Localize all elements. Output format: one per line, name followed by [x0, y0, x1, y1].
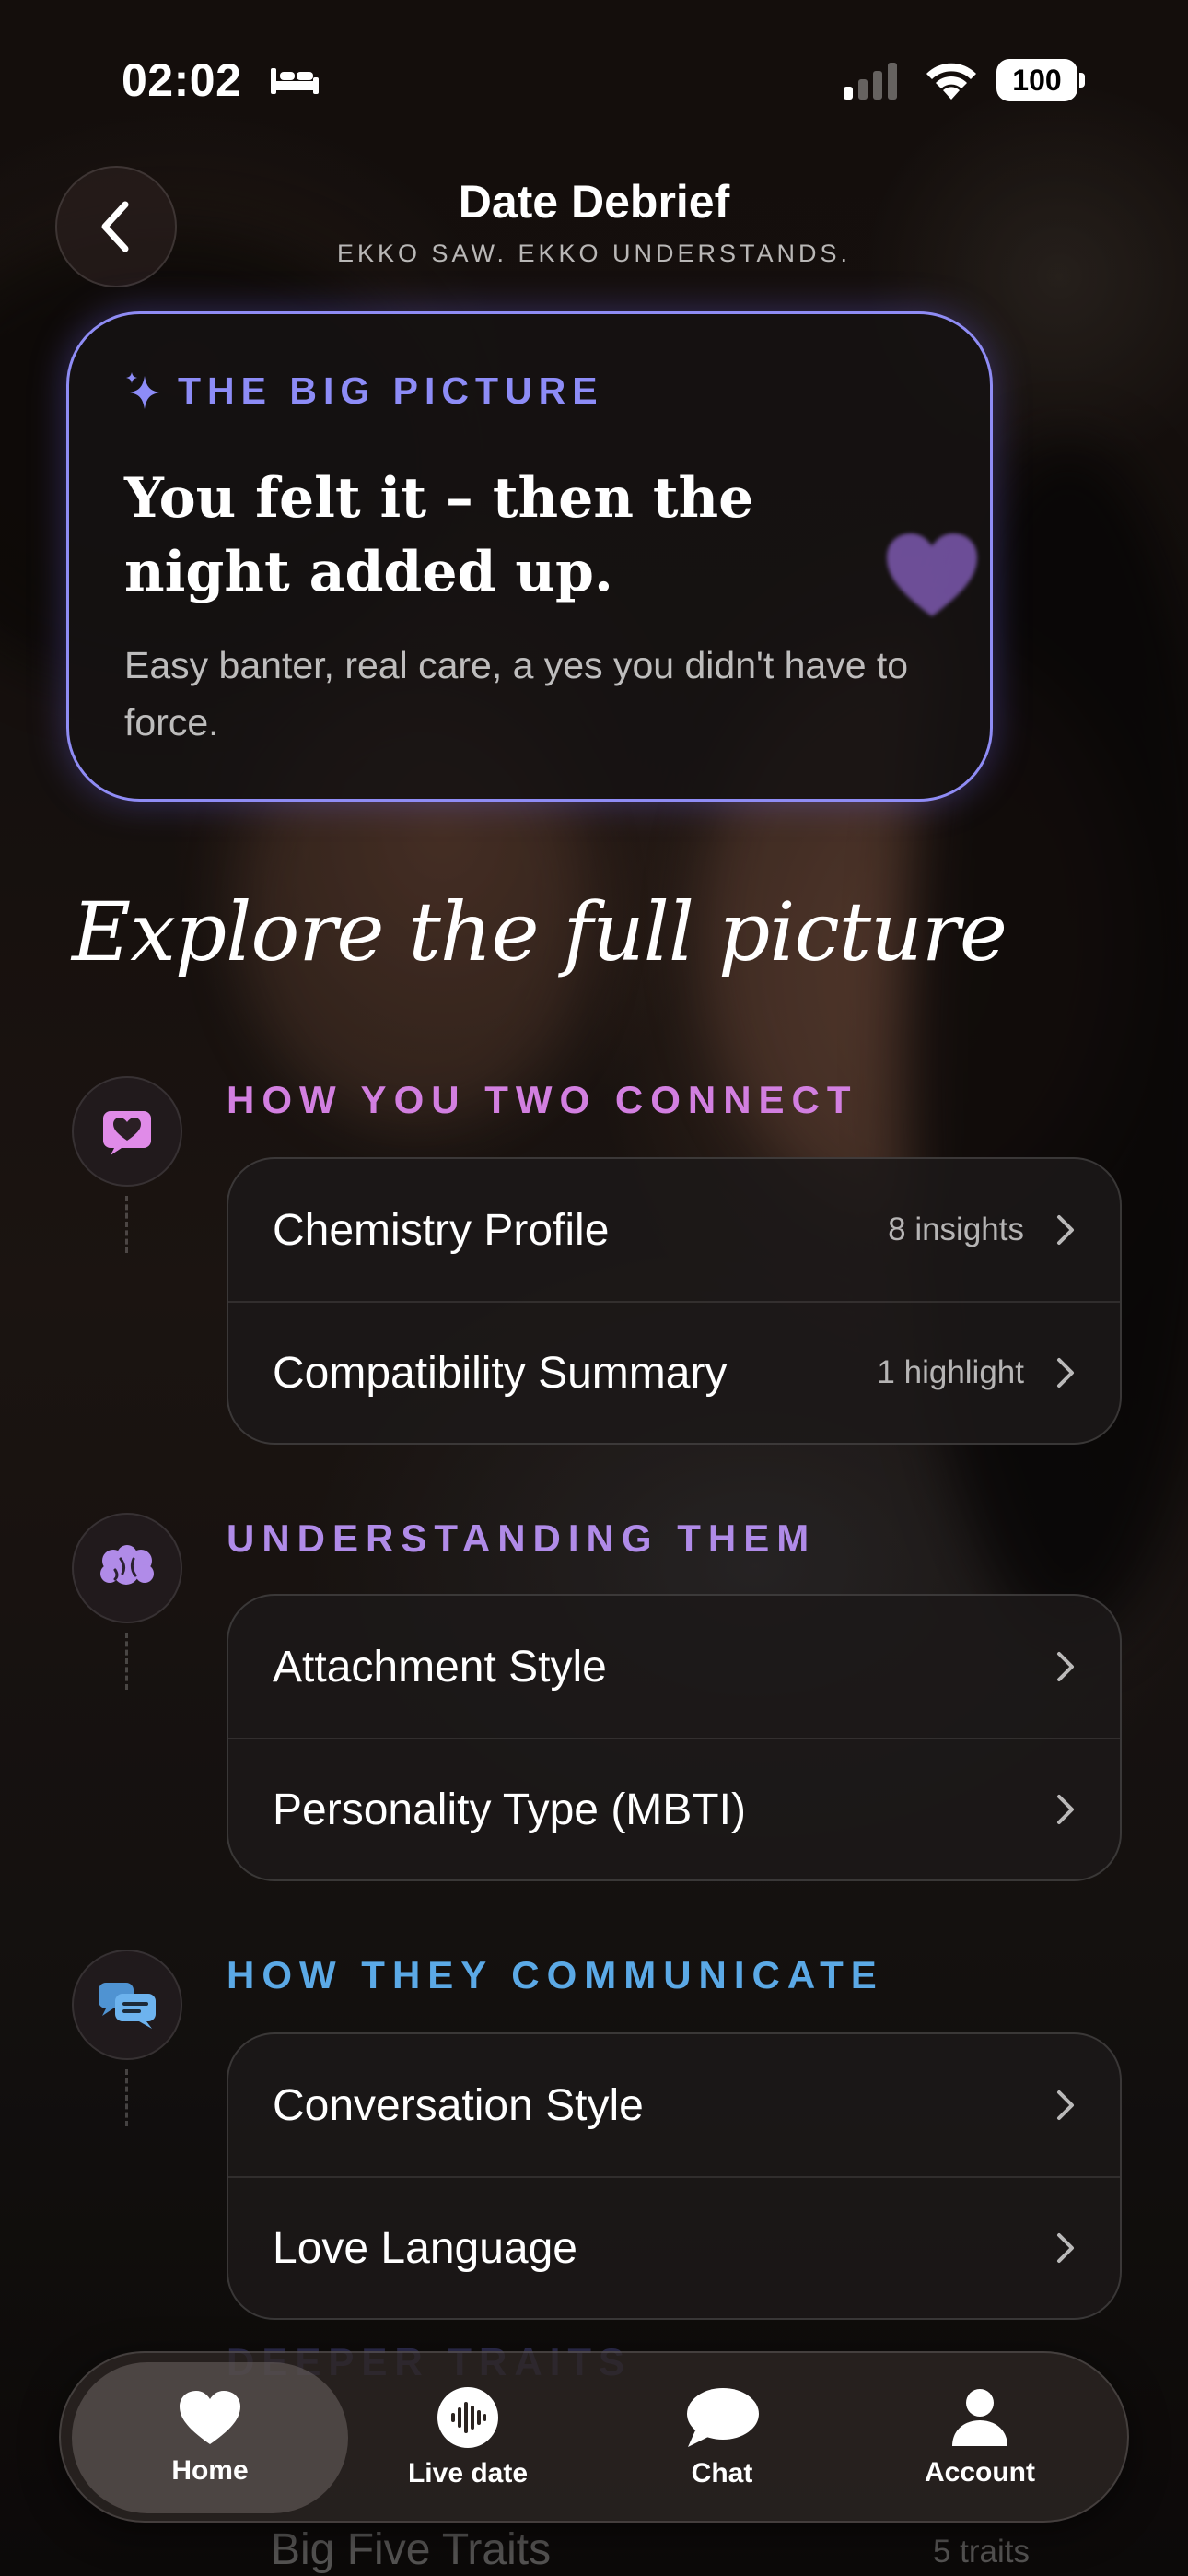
chevron-right-icon [1057, 2090, 1074, 2120]
chevron-right-icon [1057, 1358, 1074, 1388]
tab-label: Live date [407, 2458, 529, 2488]
row-love-language[interactable]: Love Language [228, 2176, 1120, 2318]
big-picture-body: Easy banter, real care, a yes you didn't… [124, 644, 909, 744]
chat-bubble-icon [687, 2388, 759, 2447]
row-label: Chemistry Profile [273, 1205, 610, 1255]
section-label-understanding: UNDERSTANDING THEM [227, 1516, 817, 1560]
communicate-group: Conversation Style Love Language [227, 2032, 1122, 2320]
connect-group: Chemistry Profile 8 insights Compatibili… [227, 1157, 1122, 1445]
row-big-five-meta: 5 traits [932, 2534, 1030, 2570]
row-label: Love Language [273, 2223, 577, 2273]
section-label-connect: HOW YOU TWO CONNECT [227, 1078, 858, 1121]
row-meta: 1 highlight [877, 1354, 1024, 1390]
heart-icon [887, 533, 977, 616]
row-label: Compatibility Summary [273, 1348, 728, 1398]
heart-icon [180, 2391, 240, 2444]
page-title: Date Debrief [458, 176, 730, 228]
row-conversation-style[interactable]: Conversation Style [228, 2034, 1120, 2176]
row-label: Attachment Style [273, 1642, 607, 1692]
chat-bubbles-icon [99, 1983, 156, 2029]
big-picture-heading: You felt it – then the night added up. [124, 466, 754, 604]
signal-icon [844, 63, 897, 100]
big-picture-eyebrow: THE BIG PICTURE [124, 369, 604, 413]
tab-label: Home [171, 2455, 249, 2486]
tab-account[interactable]: Account [842, 2362, 1118, 2513]
row-big-five-label: Big Five Traits [271, 2525, 552, 2574]
heart-chat-icon [103, 1111, 151, 1155]
chevron-right-icon [1057, 1795, 1074, 1824]
battery-level: 100 [996, 59, 1077, 101]
understanding-section-icon [72, 1513, 182, 1623]
section-label-communicate: HOW THEY COMMUNICATE [227, 1953, 884, 1996]
chevron-right-icon [1057, 1652, 1074, 1681]
big-picture-eyebrow-text: THE BIG PICTURE [178, 369, 604, 412]
bed-icon [271, 68, 319, 94]
row-chemistry-profile[interactable]: Chemistry Profile 8 insights [228, 1159, 1120, 1301]
explore-heading: Explore the full picture [72, 884, 1007, 979]
status-time: 02:02 [122, 54, 242, 106]
big-picture-card[interactable]: THE BIG PICTURE You felt it – then the n… [66, 311, 993, 802]
brain-icon [100, 1545, 154, 1585]
row-meta: 8 insights [888, 1212, 1024, 1247]
communicate-section-icon [72, 1950, 182, 2060]
sparkle-icon [126, 371, 159, 409]
tab-bar: Home Live date Chat Account [59, 2351, 1129, 2523]
chevron-right-icon [1057, 1215, 1074, 1245]
tab-label: Account [925, 2457, 1035, 2488]
page-subtitle: EKKO SAW. EKKO UNDERSTANDS. [336, 240, 852, 267]
row-label: Conversation Style [273, 2080, 644, 2130]
row-attachment-style[interactable]: Attachment Style [228, 1596, 1120, 1738]
audio-wave-icon [437, 2387, 498, 2448]
tab-chat[interactable]: Chat [584, 2362, 860, 2513]
chevron-right-icon [1057, 2233, 1074, 2263]
battery-icon: 100 [996, 59, 1085, 101]
status-bar: 02:02 100 [0, 50, 1188, 114]
connect-section-icon [72, 1076, 182, 1187]
tab-label: Chat [691, 2458, 753, 2488]
tab-live-date[interactable]: Live date [330, 2362, 606, 2513]
row-compatibility-summary[interactable]: Compatibility Summary 1 highlight [228, 1301, 1120, 1443]
row-personality-type[interactable]: Personality Type (MBTI) [228, 1738, 1120, 1879]
person-icon [952, 2389, 1007, 2446]
tab-home[interactable]: Home [72, 2362, 348, 2513]
understanding-group: Attachment Style Personality Type (MBTI) [227, 1594, 1122, 1881]
wifi-icon [926, 63, 976, 100]
row-label: Personality Type (MBTI) [273, 1785, 746, 1834]
